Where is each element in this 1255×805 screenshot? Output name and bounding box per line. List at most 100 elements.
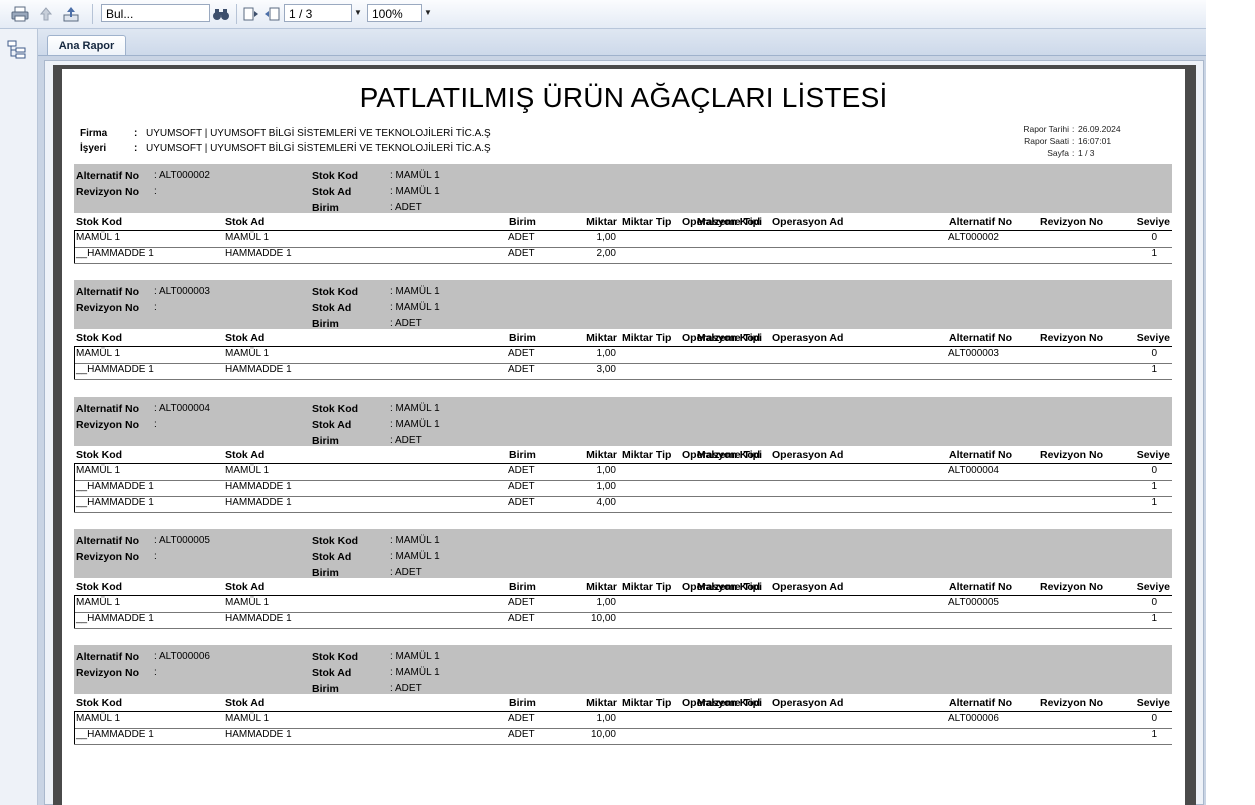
cell-miktar: 4,00 xyxy=(596,497,616,508)
cell-seviye: 1 xyxy=(1151,613,1157,624)
row-left-border xyxy=(74,347,75,379)
cell-stok-kod: MAMÜL 1 xyxy=(76,713,121,724)
column-header-miktar: Miktar xyxy=(586,581,617,593)
previous-page-icon[interactable] xyxy=(262,4,282,24)
column-header-alternatif-no: Alternatif No xyxy=(949,216,1012,228)
cell-alternatif-no: ALT000002 xyxy=(948,232,999,243)
stok-kod-label: Stok Kod xyxy=(312,651,359,663)
column-header-alternatif-no: Alternatif No xyxy=(949,332,1012,344)
stok-kod-value: : MAMÜL 1 xyxy=(390,170,440,181)
export-icon[interactable] xyxy=(61,4,81,24)
column-header-birim: Birim xyxy=(509,332,536,344)
next-page-icon[interactable] xyxy=(241,4,261,24)
cell-stok-ad: MAMÜL 1 xyxy=(225,713,270,724)
cell-birim: ADET xyxy=(508,597,535,608)
tab-ana-rapor[interactable]: Ana Rapor xyxy=(47,35,126,55)
column-header-seviye: Seviye xyxy=(1136,449,1170,461)
revizyon-no-value: : xyxy=(154,419,157,430)
binoculars-icon[interactable] xyxy=(211,4,231,24)
zoom-dropdown-icon[interactable]: ▼ xyxy=(422,4,434,22)
cell-stok-kod: __HAMMADDE 1 xyxy=(76,497,154,508)
cell-stok-ad: HAMMADDE 1 xyxy=(225,497,292,508)
stok-ad-label: Stok Ad xyxy=(312,551,352,563)
stok-ad-value: : MAMÜL 1 xyxy=(390,186,440,197)
revizyon-no-label: Revizyon No xyxy=(76,551,140,563)
cell-stok-kod: __HAMMADDE 1 xyxy=(76,364,154,375)
column-header-operasyon-ad: Operasyon Ad xyxy=(772,581,844,593)
export-up-icon[interactable] xyxy=(36,4,56,24)
cell-birim: ADET xyxy=(508,713,535,724)
firma-label: Firma xyxy=(80,128,108,139)
cell-stok-ad: MAMÜL 1 xyxy=(225,465,270,476)
cell-stok-kod: MAMÜL 1 xyxy=(76,232,121,243)
birim-label: Birim xyxy=(312,683,339,695)
cell-miktar: 3,00 xyxy=(596,364,616,375)
column-header-operasyon-ad: Operasyon Ad xyxy=(772,332,844,344)
cell-alternatif-no: ALT000003 xyxy=(948,348,999,359)
stok-ad-value: : MAMÜL 1 xyxy=(390,667,440,678)
stok-kod-value: : MAMÜL 1 xyxy=(390,651,440,662)
column-header-birim: Birim xyxy=(509,216,536,228)
cell-stok-ad: HAMMADDE 1 xyxy=(225,729,292,740)
column-header-stok-kod: Stok Kod xyxy=(76,216,123,228)
report-page: PATLATILMIŞ ÜRÜN AĞAÇLARI LİSTESİ Firma … xyxy=(62,69,1185,805)
isyeri-colon: : xyxy=(134,143,138,154)
table-row: MAMÜL 1 MAMÜL 1 ADET 1,00 ALT000002 0 xyxy=(74,231,1172,248)
column-header-revizyon-no: Revizyon No xyxy=(1040,697,1104,709)
cell-birim: ADET xyxy=(508,613,535,624)
search-input[interactable]: Bul... xyxy=(101,4,210,22)
isyeri-label: İşyeri xyxy=(80,143,107,154)
column-header-row: Stok Kod Stok Ad Malzeme Tipi Birim Miktar Mi… xyxy=(74,696,1172,712)
rapor-saati-value: 16:07:01 xyxy=(1078,136,1112,146)
birim-value: : ADET xyxy=(390,318,422,329)
revizyon-no-value: : xyxy=(154,551,157,562)
left-panel xyxy=(0,29,38,805)
column-header-birim: Birim xyxy=(509,697,536,709)
birim-value: : ADET xyxy=(390,567,422,578)
rapor-tarihi-value: 26.09.2024 xyxy=(1078,124,1121,134)
stok-kod-value: : MAMÜL 1 xyxy=(390,286,440,297)
print-icon[interactable] xyxy=(10,4,30,24)
birim-label: Birim xyxy=(312,318,339,330)
column-header-stok-ad: Stok Ad xyxy=(225,581,265,593)
rapor-saati-colon: : xyxy=(1072,136,1075,146)
column-header-miktar-tip: Miktar Tip xyxy=(622,449,672,461)
cell-stok-kod: MAMÜL 1 xyxy=(76,597,121,608)
cell-miktar: 1,00 xyxy=(596,465,616,476)
stok-kod-label: Stok Kod xyxy=(312,535,359,547)
column-header-stok-ad: Stok Ad xyxy=(225,216,265,228)
revizyon-no-label: Revizyon No xyxy=(76,302,140,314)
stok-ad-label: Stok Ad xyxy=(312,419,352,431)
page-number-input[interactable]: 1 / 3 xyxy=(284,4,352,22)
document-map-icon[interactable] xyxy=(7,40,27,65)
alternatif-no-value: : ALT000003 xyxy=(154,286,210,297)
column-header-operasyon-ad: Operasyon Ad xyxy=(772,449,844,461)
cell-birim: ADET xyxy=(508,465,535,476)
birim-value: : ADET xyxy=(390,683,422,694)
column-header-miktar: Miktar xyxy=(586,697,617,709)
column-header-revizyon-no: Revizyon No xyxy=(1040,449,1104,461)
block-header: Alternatif No: ALT000003 Revizyon No: Stok… xyxy=(74,280,1172,330)
column-header-operasyon-kod: Operasyon Kod xyxy=(682,581,761,593)
column-header-miktar-tip: Miktar Tip xyxy=(622,216,672,228)
column-header-row: Stok Kod Stok Ad Malzeme Tipi Birim Miktar Mi… xyxy=(74,215,1172,231)
cell-seviye: 1 xyxy=(1151,729,1157,740)
rapor-saati-label: Rapor Saati xyxy=(1024,136,1069,146)
block-header: Alternatif No: ALT000005 Revizyon No: Stok… xyxy=(74,529,1172,579)
cell-seviye: 0 xyxy=(1151,348,1157,359)
cell-stok-kod: __HAMMADDE 1 xyxy=(76,248,154,259)
column-header-stok-ad: Stok Ad xyxy=(225,697,265,709)
cell-birim: ADET xyxy=(508,364,535,375)
table-row: __HAMMADDE 1 HAMMADDE 1 ADET 1,00 1 xyxy=(74,480,1172,497)
zoom-input[interactable]: 100% xyxy=(367,4,422,22)
page-dropdown-icon[interactable]: ▼ xyxy=(352,4,364,22)
column-header-miktar: Miktar xyxy=(586,449,617,461)
cell-birim: ADET xyxy=(508,729,535,740)
birim-label: Birim xyxy=(312,567,339,579)
column-header-row: Stok Kod Stok Ad Malzeme Tipi Birim Miktar Mi… xyxy=(74,580,1172,596)
birim-value: : ADET xyxy=(390,435,422,446)
cell-seviye: 0 xyxy=(1151,597,1157,608)
stok-kod-value: : MAMÜL 1 xyxy=(390,535,440,546)
cell-birim: ADET xyxy=(508,348,535,359)
cell-seviye: 1 xyxy=(1151,248,1157,259)
